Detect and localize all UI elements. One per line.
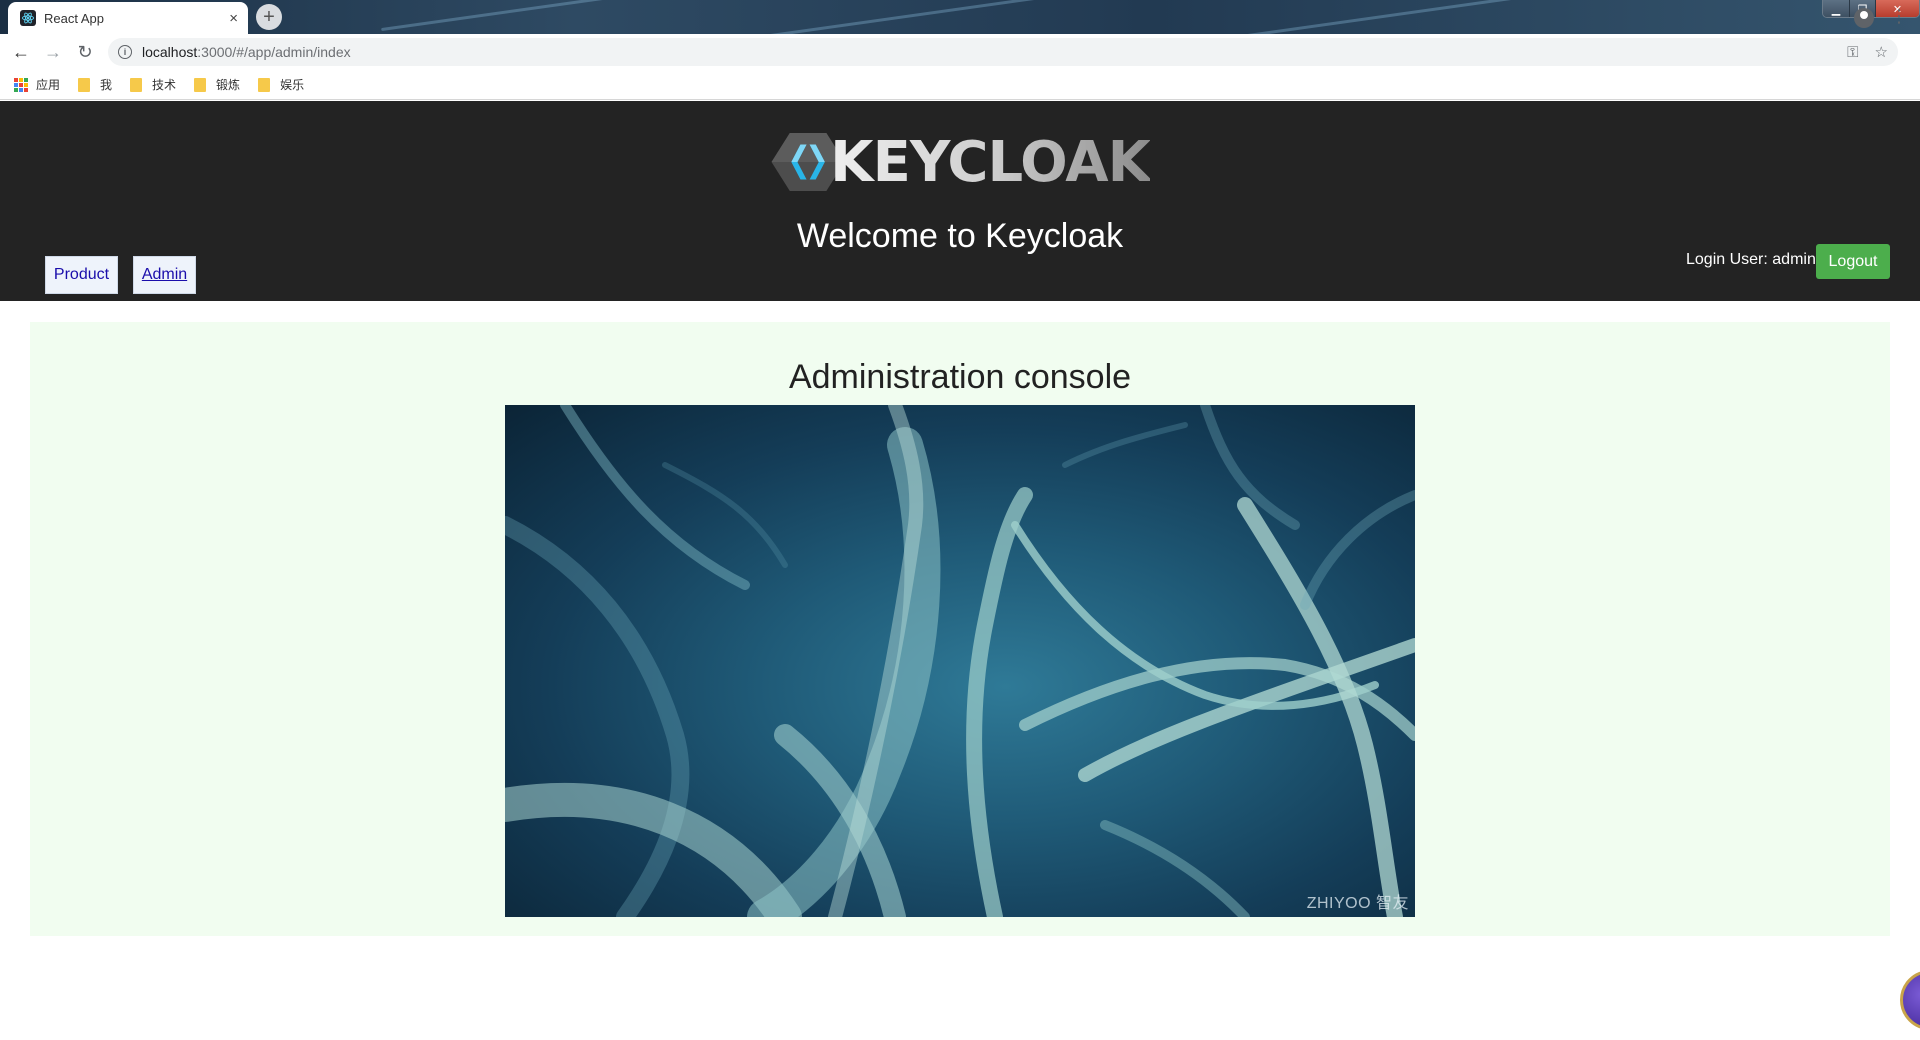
reload-button[interactable]: ↻ — [69, 36, 101, 68]
bookmark-label: 技术 — [152, 78, 177, 92]
react-icon — [20, 10, 36, 26]
tab-title: React App — [44, 10, 104, 26]
address-bar[interactable]: i localhost :3000/#/app/admin/index ⚿ ☆ — [108, 38, 1898, 66]
nav-link-admin[interactable]: Admin — [133, 256, 196, 294]
bookmark-apps[interactable]: 应用 — [14, 76, 60, 93]
floating-assistant-icon[interactable] — [1900, 970, 1920, 1030]
welcome-heading: Welcome to Keycloak — [796, 217, 1124, 255]
background-streak — [1241, 0, 1539, 34]
folder-icon — [78, 77, 91, 92]
forward-button[interactable]: → — [37, 36, 69, 68]
browser-menu-icon[interactable]: ⋮ — [1890, 6, 1908, 27]
content-panel: Administration console ZHIYOO 智友 — [30, 322, 1890, 936]
neuron-illustration — [505, 405, 1415, 917]
bookmark-folder[interactable]: 锻炼 — [194, 76, 240, 93]
bookmark-label: 锻炼 — [216, 78, 241, 92]
nav-link-product[interactable]: Product — [45, 256, 118, 294]
neuron-image: ZHIYOO 智友 — [505, 405, 1415, 917]
bookmark-folder[interactable]: 娱乐 — [258, 76, 304, 93]
key-icon[interactable]: ⚿ — [1847, 44, 1858, 61]
app-header: KEYCLOAK Welcome to Keycloak Product Adm… — [0, 101, 1920, 301]
minimize-button[interactable]: ▁ — [1823, 0, 1849, 17]
bookmark-label: 娱乐 — [280, 78, 305, 92]
tab-close-icon[interactable]: × — [229, 11, 238, 26]
page-title: Administration console — [788, 358, 1132, 396]
background-streak — [761, 0, 1179, 34]
info-icon[interactable]: i — [118, 45, 132, 59]
logout-button[interactable]: Logout — [1816, 244, 1890, 279]
browser-toolbar: ← → ↻ i localhost :3000/#/app/admin/inde… — [0, 34, 1920, 70]
browser-tab-strip: React App × + ▁ ❐ ✕ — [0, 0, 1920, 34]
bookmark-label: 应用 — [36, 78, 61, 92]
login-user-label: Login User: admin — [1686, 251, 1816, 268]
url-path: :3000/#/app/admin/index — [197, 44, 351, 60]
folder-icon — [130, 77, 143, 92]
browser-tab[interactable]: React App × — [8, 2, 248, 34]
bookmark-star-icon[interactable]: ☆ — [1875, 43, 1888, 61]
image-watermark: ZHIYOO 智友 — [1306, 895, 1409, 912]
keycloak-logo: KEYCLOAK — [770, 121, 1151, 203]
profile-icon[interactable] — [1854, 8, 1874, 28]
folder-icon — [258, 77, 271, 92]
background-streak — [381, 0, 639, 32]
folder-icon — [194, 77, 207, 92]
logo-text: KEYCLOAK — [830, 129, 1151, 195]
bookmark-folder[interactable]: 我 — [78, 76, 112, 93]
bookmark-label: 我 — [100, 78, 113, 92]
bookmarks-bar: 应用 我 技术 锻炼 娱乐 — [0, 70, 1920, 100]
back-button[interactable]: ← — [5, 36, 37, 68]
bookmark-folder[interactable]: 技术 — [130, 76, 176, 93]
url-host: localhost — [142, 44, 198, 60]
apps-grid-icon — [14, 77, 28, 92]
new-tab-button[interactable]: + — [256, 4, 282, 30]
